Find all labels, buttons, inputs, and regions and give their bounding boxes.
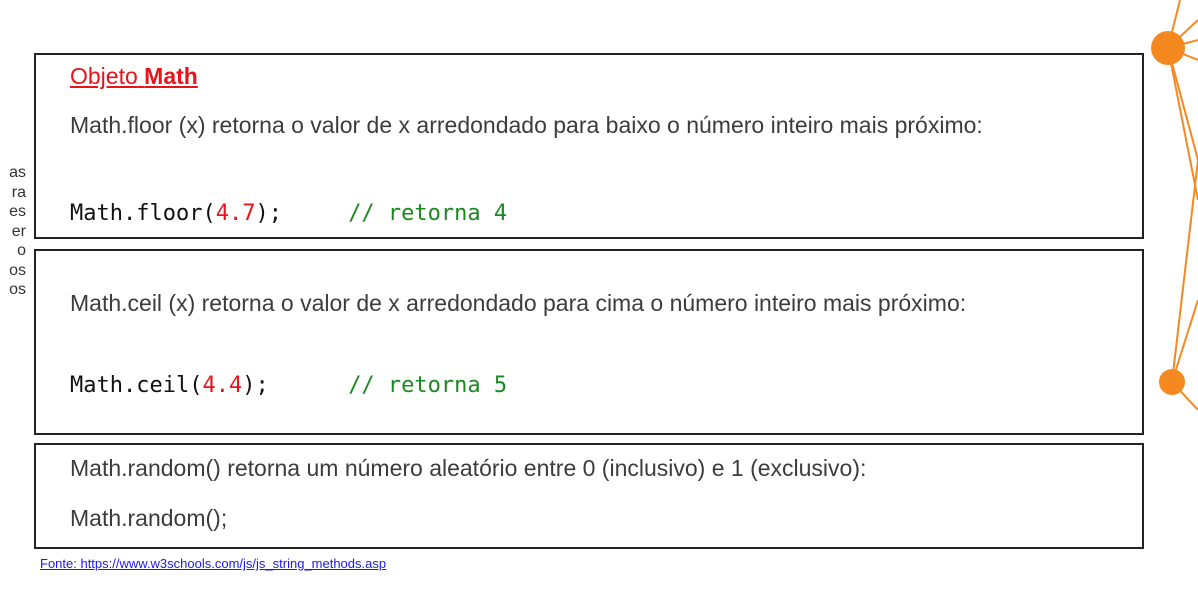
- source-link[interactable]: Fonte: https://www.w3schools.com/js/js_s…: [40, 556, 386, 571]
- code-end: );: [242, 373, 269, 398]
- heading-prefix: Objeto: [70, 63, 138, 89]
- code-end: );: [255, 201, 282, 226]
- code-function: Math.floor(: [70, 201, 216, 226]
- ceil-code: Math.ceil(4.4); // retorna 5: [70, 373, 507, 398]
- heading-bold: Math: [144, 63, 198, 89]
- fragment-line: os: [9, 261, 26, 279]
- code-number: 4.4: [202, 373, 243, 398]
- math-floor-box: Objeto Math Math.floor (x) retorna o val…: [34, 53, 1144, 239]
- left-text-fragment: as ra es er o os os: [0, 163, 26, 300]
- decorative-network-graphic: [1151, 0, 1198, 411]
- fragment-line: o: [17, 242, 26, 259]
- code-function: Math.ceil(: [70, 373, 203, 398]
- random-description: Math.random() retorna um número aleatóri…: [70, 455, 867, 481]
- floor-code: Math.floor(4.7); // retorna 4: [70, 201, 507, 226]
- code-number: 4.7: [215, 201, 256, 226]
- random-code: Math.random();: [70, 505, 228, 531]
- floor-description: Math.floor (x) retorna o valor de x arre…: [70, 112, 983, 138]
- node-circle: [1151, 31, 1185, 65]
- fragment-line: ra: [11, 183, 26, 201]
- code-comment: // retorna 5: [348, 373, 508, 398]
- ceil-description: Math.ceil (x) retorna o valor de x arred…: [70, 290, 967, 316]
- code-comment: // retorna 4: [348, 201, 508, 226]
- fragment-line: er: [11, 222, 26, 240]
- math-random-box: Math.random() retorna um número aleatóri…: [34, 443, 1144, 549]
- node-circle: [1159, 369, 1185, 395]
- math-ceil-box: Math.ceil (x) retorna o valor de x arred…: [34, 249, 1144, 435]
- fragment-line: es: [9, 203, 26, 220]
- fragment-line: os: [9, 281, 26, 298]
- section-heading: Objeto Math: [70, 63, 198, 90]
- fragment-line: as: [9, 164, 26, 181]
